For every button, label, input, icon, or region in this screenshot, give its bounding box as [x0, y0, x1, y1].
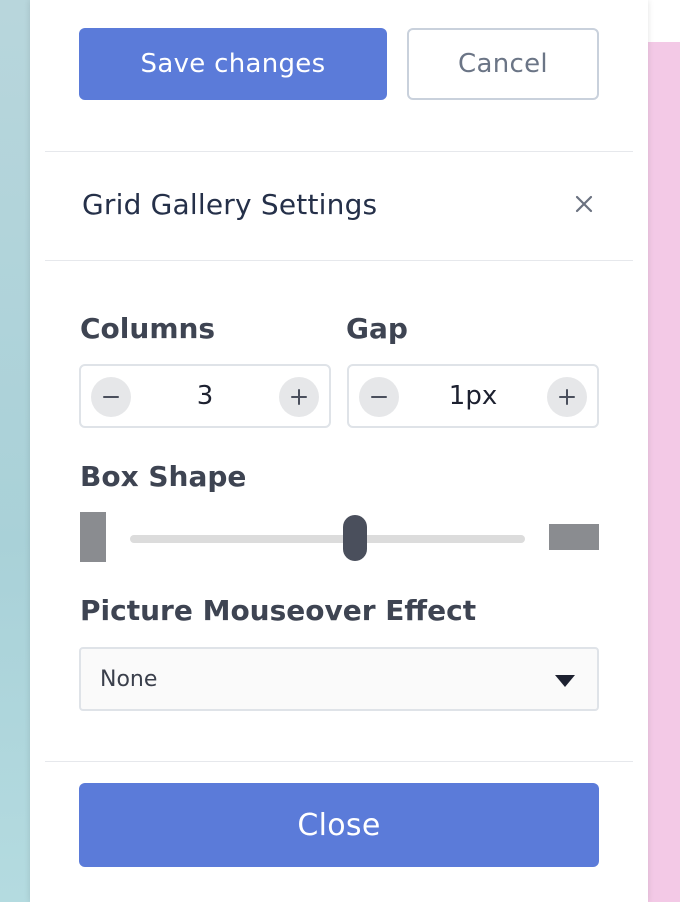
divider-footer: [45, 761, 633, 762]
gap-increment-button[interactable]: [547, 377, 587, 417]
gap-stepper: 1px: [347, 364, 599, 428]
cancel-button[interactable]: Cancel: [407, 28, 599, 100]
columns-stepper: 3: [79, 364, 331, 428]
box-shape-slider-track[interactable]: [130, 535, 525, 543]
gap-label: Gap: [346, 312, 408, 345]
portrait-shape-icon: [80, 512, 106, 562]
gap-value[interactable]: 1px: [393, 366, 553, 426]
mouseover-effect-selected-value: None: [100, 666, 158, 692]
columns-increment-button[interactable]: [279, 377, 319, 417]
settings-panel: Save changes Cancel Grid Gallery Setting…: [30, 0, 648, 902]
close-icon[interactable]: [568, 188, 600, 220]
plus-icon: [559, 389, 575, 405]
background-page-right: [648, 0, 680, 902]
minus-icon: [371, 396, 387, 398]
minus-icon: [103, 396, 119, 398]
divider-top: [45, 151, 633, 152]
landscape-shape-icon: [549, 524, 599, 550]
plus-icon: [291, 389, 307, 405]
columns-value[interactable]: 3: [125, 366, 285, 426]
mouseover-effect-label: Picture Mouseover Effect: [80, 594, 477, 627]
mouseover-effect-select[interactable]: None: [79, 647, 599, 711]
columns-label: Columns: [80, 312, 216, 345]
dialog-title: Grid Gallery Settings: [82, 188, 378, 221]
background-page-top-strip: [648, 0, 680, 42]
close-button[interactable]: Close: [79, 783, 599, 867]
box-shape-slider-thumb[interactable]: [343, 515, 368, 561]
box-shape-label: Box Shape: [80, 460, 247, 493]
save-changes-button[interactable]: Save changes: [79, 28, 387, 100]
divider-header: [45, 260, 633, 261]
caret-down-icon: [555, 675, 575, 687]
